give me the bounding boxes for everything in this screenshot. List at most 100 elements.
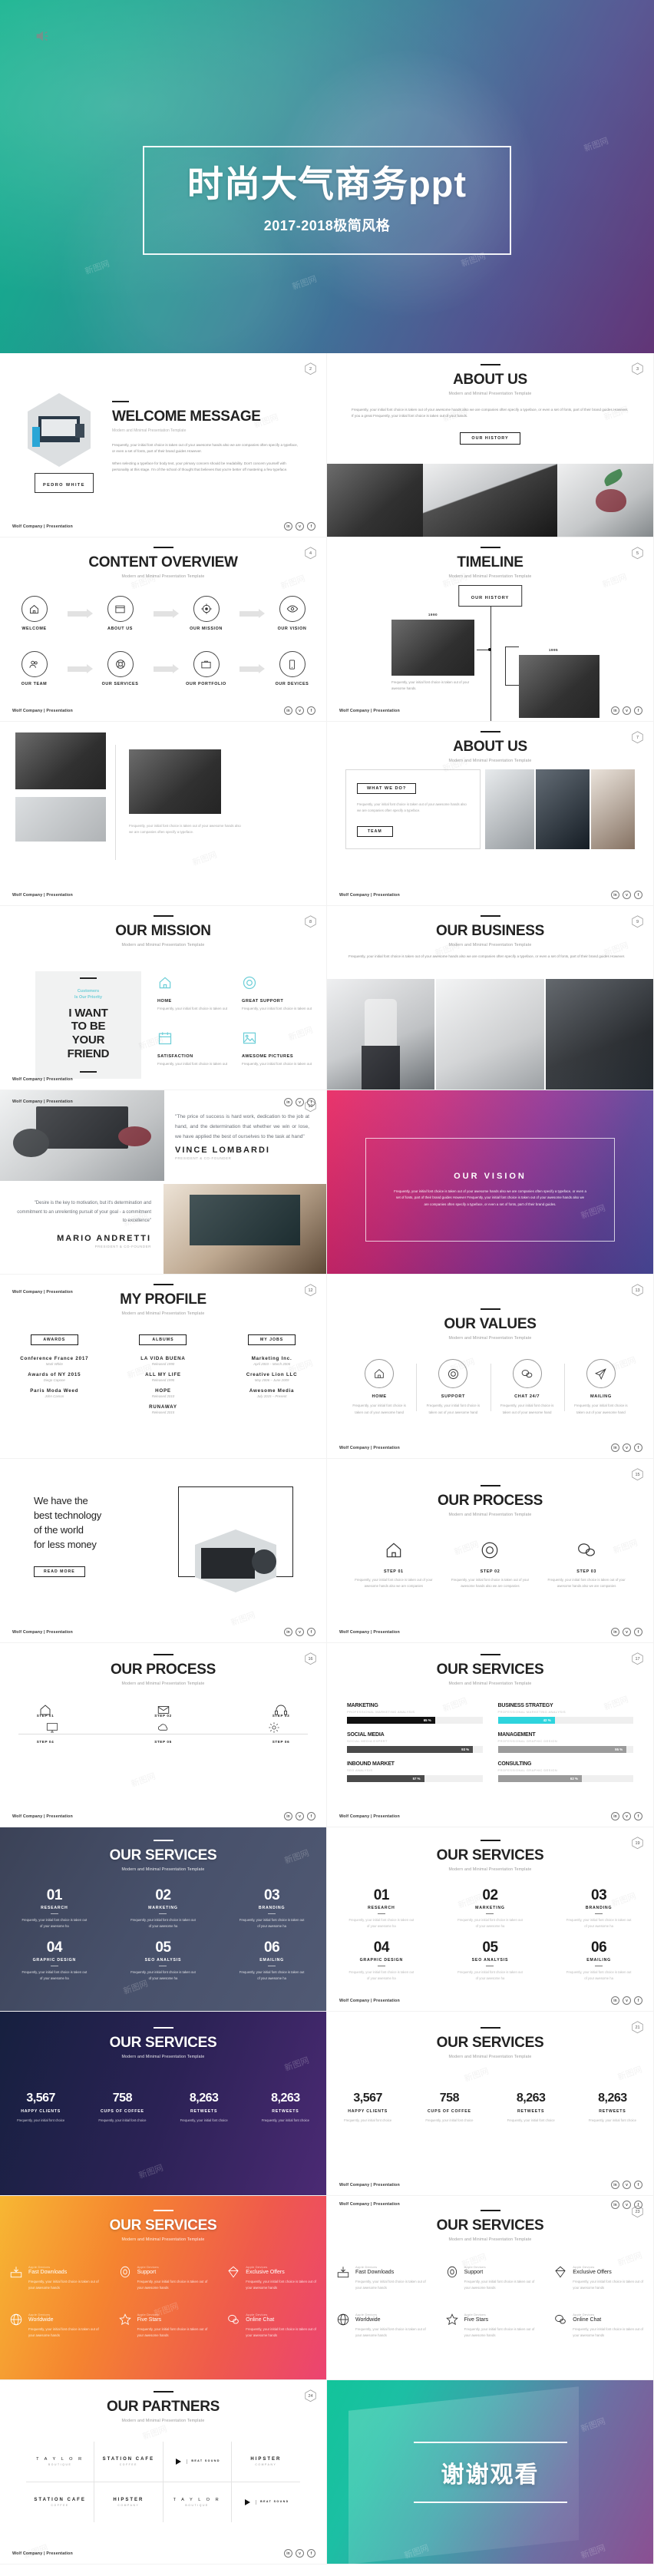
- social-links[interactable]: in v f: [611, 2201, 642, 2209]
- linkedin-icon[interactable]: in: [284, 1098, 292, 1106]
- slide-quote-vince-lombardi[interactable]: 10 "The price of success is hard work, d…: [0, 1090, 327, 1275]
- partner-taylor-2[interactable]: T A Y L O R BOUTIQUE: [164, 2482, 232, 2522]
- icon-service-support[interactable]: Apple Devices Support Frequently, your i…: [109, 2265, 218, 2291]
- slide-services-numbered-dark[interactable]: OUR SERVICES Modern and Minimal Presenta…: [0, 1827, 327, 2012]
- social-links[interactable]: in v f: [611, 1996, 642, 2005]
- linkedin-icon[interactable]: in: [611, 1812, 619, 1820]
- slide-my-profile[interactable]: 12 MY PROFILE Modern and Minimal Present…: [0, 1275, 327, 1459]
- facebook-icon[interactable]: f: [307, 1812, 315, 1820]
- overview-item-our-devices[interactable]: OUR DEVICES: [259, 651, 325, 686]
- social-links[interactable]: in v f: [284, 1098, 315, 1106]
- social-links[interactable]: in v f: [284, 522, 315, 531]
- vimeo-icon[interactable]: v: [296, 706, 304, 715]
- slide-services-stats-dark[interactable]: OUR SERVICES Modern and Minimal Presenta…: [0, 2012, 327, 2196]
- icon-service-worldwide[interactable]: Apple Devices Worldwide Frequently, your…: [327, 2313, 436, 2339]
- service-item-06[interactable]: 06 EMAILING Frequently, your initial fon…: [544, 1939, 653, 1981]
- team-button[interactable]: TEAM: [357, 825, 393, 837]
- icon-service-online-chat[interactable]: Apple Devices Online Chat Frequently, yo…: [217, 2313, 326, 2339]
- value-item-support[interactable]: SUPPORT Frequently, your initial font ch…: [416, 1359, 490, 1416]
- social-links[interactable]: in v f: [611, 706, 642, 715]
- social-links[interactable]: in v f: [611, 2181, 642, 2189]
- facebook-icon[interactable]: f: [634, 1996, 642, 2005]
- linkedin-icon[interactable]: in: [284, 706, 292, 715]
- overview-item-welcome[interactable]: WELCOME: [2, 596, 68, 631]
- linkedin-icon[interactable]: in: [611, 2201, 619, 2209]
- overview-item-our-portfolio[interactable]: OUR PORTFOLIO: [173, 651, 239, 686]
- slide-our-vision[interactable]: OUR VISION Frequently, your initial font…: [327, 1090, 654, 1275]
- linkedin-icon[interactable]: in: [611, 891, 619, 899]
- slide-services-stats-light[interactable]: 21 OUR SERVICES Modern and Minimal Prese…: [327, 2012, 654, 2196]
- linkedin-icon[interactable]: in: [284, 522, 292, 531]
- service-item-02[interactable]: 02 MARKETING Frequently, your initial fo…: [109, 1887, 218, 1929]
- social-links[interactable]: in v f: [611, 1443, 642, 1452]
- facebook-icon[interactable]: f: [634, 891, 642, 899]
- partner-taylor[interactable]: T A Y L O R BOUTIQUE: [26, 2442, 95, 2482]
- cloud-icon[interactable]: [157, 1721, 170, 1734]
- slide-technology[interactable]: We have the best technology of the world…: [0, 1459, 327, 1643]
- slide-closing[interactable]: 谢谢观看 新图网 新图网 新图网: [327, 2380, 654, 2564]
- service-item-04[interactable]: 04 GRAPHIC DESIGN Frequently, your initi…: [0, 1939, 109, 1981]
- facebook-icon[interactable]: f: [634, 1628, 642, 1636]
- read-more-button[interactable]: READ MORE: [34, 1566, 85, 1578]
- slide-our-business[interactable]: 9 OUR BUSINESS Modern and Minimal Presen…: [327, 906, 654, 1090]
- process-node-2[interactable]: [137, 1703, 190, 1721]
- value-item-mailing[interactable]: MAILING Frequently, your initial font ch…: [563, 1359, 638, 1416]
- social-links[interactable]: in v f: [284, 706, 315, 715]
- slide-timeline[interactable]: 5 TIMELINE Modern and Minimal Presentati…: [327, 537, 654, 722]
- partner-hipster-2[interactable]: HIPSTER COMPANY: [94, 2482, 164, 2522]
- slide-about-us[interactable]: 3 ABOUT US Modern and Minimal Presentati…: [327, 353, 654, 537]
- vimeo-icon[interactable]: v: [296, 1628, 304, 1636]
- gear-icon[interactable]: [268, 1721, 280, 1734]
- linkedin-icon[interactable]: in: [611, 1628, 619, 1636]
- overview-item-our-team[interactable]: OUR TEAM: [2, 651, 68, 686]
- icon-service-worldwide[interactable]: Apple Devices Worldwide Frequently, your…: [0, 2313, 109, 2339]
- service-item-02[interactable]: 02 MARKETING Frequently, your initial fo…: [436, 1887, 545, 1929]
- icon-service-exclusive-offers[interactable]: Apple Devices Exclusive Offers Frequentl…: [217, 2265, 326, 2291]
- service-item-03[interactable]: 03 BRANDING Frequently, your initial fon…: [217, 1887, 326, 1929]
- service-item-04[interactable]: 04 GRAPHIC DESIGN Frequently, your initi…: [327, 1939, 436, 1981]
- vimeo-icon[interactable]: v: [296, 522, 304, 531]
- sound-icon[interactable]: [34, 28, 51, 45]
- slide-our-process-timeline[interactable]: 16 OUR PROCESS Modern and Minimal Presen…: [0, 1643, 327, 1827]
- linkedin-icon[interactable]: in: [284, 2549, 292, 2558]
- facebook-icon[interactable]: f: [634, 1443, 642, 1452]
- partner-station-cafe[interactable]: STATION CAFE COFFEE: [94, 2442, 164, 2482]
- process-step-2[interactable]: STEP 02 Frequently, your initial font ch…: [448, 1540, 532, 1589]
- linkedin-icon[interactable]: in: [284, 1812, 292, 1820]
- icon-service-fast-downloads[interactable]: Apple Devices Fast Downloads Frequently,…: [0, 2265, 109, 2291]
- partner-beat-sound[interactable]: BEAT SOUND: [164, 2442, 232, 2482]
- process-step-1[interactable]: STEP 01 Frequently, your initial font ch…: [352, 1540, 436, 1589]
- slide-our-mission[interactable]: 8 OUR MISSION Modern and Minimal Present…: [0, 906, 327, 1090]
- facebook-icon[interactable]: f: [307, 1628, 315, 1636]
- icon-service-five-stars[interactable]: Apple Devices Five Stars Frequently, you…: [436, 2313, 545, 2339]
- slide-about-us-what-we-do[interactable]: 7 ABOUT US Modern and Minimal Presentati…: [327, 722, 654, 906]
- vimeo-icon[interactable]: v: [623, 706, 631, 715]
- partner-station-cafe-2[interactable]: STATION CAFE COFFEE: [26, 2482, 95, 2522]
- service-item-03[interactable]: 03 BRANDING Frequently, your initial fon…: [544, 1887, 653, 1929]
- linkedin-icon[interactable]: in: [611, 1996, 619, 2005]
- icon-service-five-stars[interactable]: Apple Devices Five Stars Frequently, you…: [109, 2313, 218, 2339]
- vimeo-icon[interactable]: v: [623, 891, 631, 899]
- social-links[interactable]: in v f: [284, 1812, 315, 1820]
- social-links[interactable]: in v f: [284, 1628, 315, 1636]
- value-item-chat[interactable]: CHAT 24/7 Frequently, your initial font …: [490, 1359, 564, 1416]
- vimeo-icon[interactable]: v: [623, 1628, 631, 1636]
- process-node-3[interactable]: [254, 1703, 308, 1721]
- facebook-icon[interactable]: f: [634, 706, 642, 715]
- slide-devices-photos[interactable]: Frequently, your initial font choice is …: [0, 722, 327, 906]
- facebook-icon[interactable]: f: [307, 706, 315, 715]
- social-links[interactable]: in v f: [284, 2549, 315, 2558]
- linkedin-icon[interactable]: in: [284, 1628, 292, 1636]
- vimeo-icon[interactable]: v: [623, 1996, 631, 2005]
- facebook-icon[interactable]: f: [307, 2549, 315, 2558]
- our-history-button[interactable]: OUR HISTORY: [457, 585, 523, 607]
- social-links[interactable]: in v f: [611, 1628, 642, 1636]
- social-links[interactable]: in v f: [611, 1812, 642, 1820]
- slide-our-process-icons[interactable]: 15 OUR PROCESS Modern and Minimal Presen…: [327, 1459, 654, 1643]
- partner-beat-sound-2[interactable]: BEAT SOUND: [232, 2482, 300, 2522]
- vimeo-icon[interactable]: v: [623, 2181, 631, 2189]
- slide-services-icons-light[interactable]: 23 OUR SERVICES Modern and Minimal Prese…: [327, 2196, 654, 2380]
- overview-item-about-us[interactable]: ABOUT US: [88, 596, 154, 631]
- vimeo-icon[interactable]: v: [623, 1443, 631, 1452]
- service-item-05[interactable]: 05 SEO ANALYSIS Frequently, your initial…: [436, 1939, 545, 1981]
